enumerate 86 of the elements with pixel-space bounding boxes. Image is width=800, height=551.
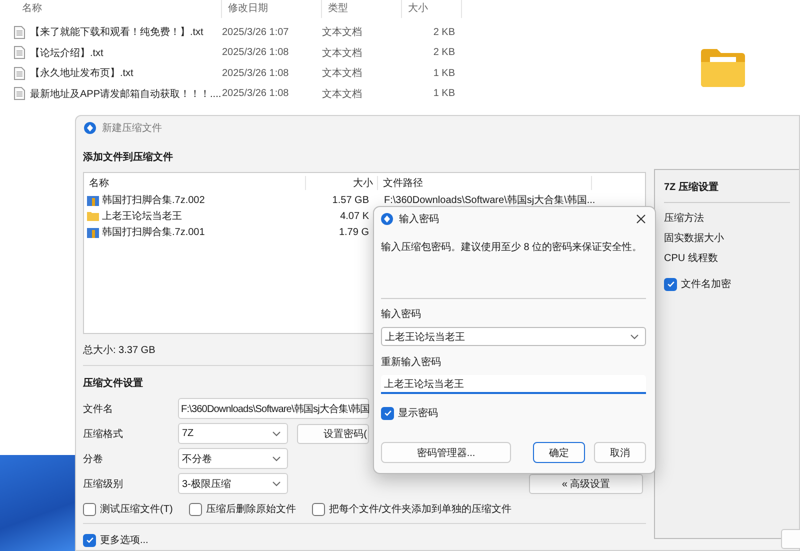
- dropdown[interactable]: 7Z: [178, 423, 288, 444]
- column-header[interactable]: 名称: [84, 176, 306, 190]
- file-name[interactable]: 上老王论坛当老王: [102, 209, 182, 223]
- field-label: 压缩格式: [83, 428, 124, 440]
- chevron-icon: [272, 456, 281, 462]
- archive-icon: [87, 194, 99, 206]
- dialog-title: 输入密码: [399, 212, 440, 226]
- field-label: 输入密码: [381, 308, 422, 321]
- file-name[interactable]: 韩国打扫脚合集.7z.001: [102, 225, 205, 239]
- text-file-icon: [14, 87, 25, 100]
- chevron-icon: [630, 334, 639, 340]
- file-type: 文本文档: [322, 88, 363, 101]
- checkbox[interactable]: [312, 502, 325, 516]
- set-password-button[interactable]: 设置密码(: [297, 424, 369, 444]
- file-type: 文本文档: [322, 26, 363, 40]
- setting-label: CPU 线程数: [664, 252, 719, 266]
- column-header[interactable]: 大小: [306, 176, 378, 190]
- instruction-text: 输入压缩包密码。建议使用至少 8 位的密码来保证安全性。: [381, 240, 644, 254]
- file-size: 2 KB: [432, 47, 455, 58]
- checkbox[interactable]: [83, 534, 96, 546]
- app-logo-icon: [381, 213, 393, 225]
- checkbox[interactable]: [664, 278, 677, 290]
- checkmark-icon: [84, 535, 94, 545]
- checkbox-label: 显示密码: [398, 406, 438, 420]
- file-name-field[interactable]: F:\360Downloads\Software\韩国sj大合集\韩国: [178, 398, 369, 419]
- file-date: 2025/3/26 1:07: [222, 26, 290, 38]
- checkbox[interactable]: [188, 502, 202, 516]
- checkbox-label: 把每个文件/文件夹添加到单独的压缩文件: [328, 502, 512, 516]
- ok-button[interactable]: 确定: [533, 442, 585, 463]
- file-size: 4.07 K: [339, 210, 370, 222]
- section-title: 添加文件到压缩文件: [83, 150, 173, 164]
- dropdown[interactable]: 3-极限压缩: [178, 473, 288, 494]
- text-file-icon: [14, 26, 25, 39]
- password-manager-button[interactable]: 密码管理器...: [381, 442, 511, 463]
- file-size: 1.57 GB: [331, 194, 370, 206]
- file-date: 2025/3/26 1:08: [222, 47, 290, 58]
- setting-label: 固实数据大小: [664, 232, 725, 246]
- file-name[interactable]: 【论坛介绍】.txt: [30, 46, 104, 60]
- checkbox-label: 测试压缩文件(T): [100, 502, 173, 516]
- text-file-icon: [14, 66, 25, 80]
- checkbox-label: 文件名加密: [681, 278, 731, 291]
- cancel-button[interactable]: 取消: [594, 442, 646, 463]
- column-header[interactable]: 修改日期: [222, 0, 322, 18]
- file-path: F:\360Downloads\Software\韩国sj大合集\韩国...: [383, 194, 592, 207]
- app-logo-icon: [84, 122, 96, 134]
- setting-label: 压缩方法: [664, 212, 705, 226]
- file-size: 1 KB: [432, 88, 455, 100]
- section-title: 压缩文件设置: [83, 376, 143, 390]
- file-name[interactable]: 最新地址及APP请发邮箱自动获取！！！....: [30, 86, 222, 101]
- text-file-icon: [14, 46, 25, 60]
- close-icon[interactable]: [636, 214, 646, 224]
- checkmark-icon: [666, 279, 676, 289]
- column-header[interactable]: 大小: [402, 0, 462, 18]
- chevron-icon: [272, 480, 281, 486]
- password-dropdown[interactable]: 上老王论坛当老王: [381, 327, 646, 346]
- panel-title: 7Z 压缩设置: [664, 176, 790, 203]
- field-label: 分卷: [83, 452, 104, 466]
- file-name[interactable]: 韩国打扫脚合集.7z.002: [102, 193, 205, 207]
- dropdown[interactable]: 不分卷: [178, 448, 288, 469]
- checkbox[interactable]: [381, 406, 394, 420]
- column-header[interactable]: 类型: [322, 0, 402, 18]
- file-name[interactable]: 【来了就能下载和观看！纯免费！】.txt: [30, 25, 204, 40]
- column-header[interactable]: 名称: [0, 0, 222, 18]
- file-name[interactable]: 【永久地址发布页】.txt: [30, 66, 134, 80]
- column-header[interactable]: 文件路径: [378, 176, 592, 190]
- total-size: 总大小: 3.37 GB: [83, 344, 156, 357]
- file-size: 1 KB: [432, 68, 455, 79]
- field-label: 重新输入密码: [381, 356, 442, 369]
- checkmark-icon: [382, 408, 392, 418]
- checkbox-label: 更多选项...: [100, 534, 148, 547]
- archive-icon: [87, 226, 99, 238]
- window-title: 新建压缩文件: [102, 122, 162, 135]
- field-label: 文件名: [83, 402, 114, 416]
- file-type: 文本文档: [322, 66, 363, 80]
- field-label: 压缩级别: [83, 478, 124, 490]
- checkbox-label: 压缩后删除原始文件: [206, 502, 296, 516]
- file-size: 1.79 G: [338, 226, 370, 238]
- folder-icon: [87, 211, 99, 221]
- file-date: 2025/3/26 1:08: [222, 88, 290, 100]
- checkbox[interactable]: [83, 502, 96, 516]
- file-date: 2025/3/26 1:08: [222, 68, 290, 79]
- password-field[interactable]: 上老王论坛当老王: [381, 375, 646, 394]
- advanced-settings-button[interactable]: « 高级设置: [529, 474, 643, 494]
- chevron-icon: [272, 430, 281, 436]
- file-size: 2 KB: [432, 26, 455, 38]
- file-type: 文本文档: [322, 46, 363, 60]
